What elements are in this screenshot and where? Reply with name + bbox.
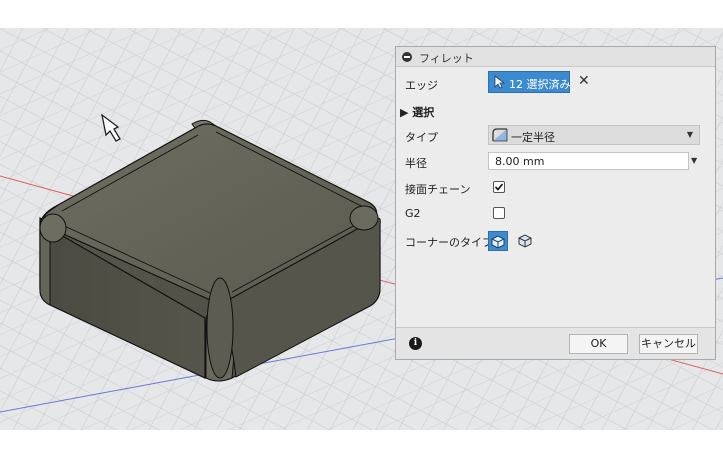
corner-setback-icon bbox=[491, 235, 505, 249]
collapse-icon[interactable] bbox=[402, 52, 412, 62]
radius-dropdown-arrow-icon[interactable]: ▼ bbox=[691, 156, 697, 165]
selection-section-label: 選択 bbox=[412, 106, 435, 119]
corner-setback-button[interactable] bbox=[488, 231, 508, 251]
tangent-chain-label: 接面チェーン bbox=[405, 183, 471, 196]
tangent-chain-checkbox[interactable] bbox=[493, 181, 505, 193]
checkmark-icon bbox=[494, 183, 504, 191]
dropdown-arrow-icon: ▼ bbox=[686, 130, 693, 139]
info-icon[interactable]: i bbox=[409, 337, 422, 350]
cancel-button[interactable]: キャンセル bbox=[639, 334, 698, 354]
radius-input[interactable]: 8.00 mm bbox=[488, 152, 689, 170]
radius-value: 8.00 mm bbox=[495, 155, 545, 168]
dialog-footer: i OK キャンセル bbox=[396, 327, 715, 359]
type-dropdown[interactable]: 一定半径 ▼ bbox=[488, 125, 700, 145]
type-value: 一定半径 bbox=[511, 131, 555, 144]
g2-label: G2 bbox=[405, 207, 421, 220]
radius-label: 半径 bbox=[405, 157, 427, 170]
ok-button[interactable]: OK bbox=[569, 334, 628, 354]
close-icon[interactable]: ✕ bbox=[578, 73, 590, 89]
dialog-header[interactable]: フィレット bbox=[396, 47, 715, 67]
fillet-dialog: フィレット エッジ 12 選択済み ✕ ▶ 選択 タイプ 一定半径 ▼ 半径 8… bbox=[395, 46, 716, 360]
edge-selection-count: 12 選択済み bbox=[509, 78, 571, 91]
edge-selection-button[interactable]: 12 選択済み bbox=[488, 71, 571, 93]
corner-rolling-ball-button[interactable] bbox=[516, 231, 536, 251]
dialog-title: フィレット bbox=[419, 52, 474, 65]
constant-radius-icon bbox=[492, 128, 508, 142]
g2-checkbox[interactable] bbox=[493, 207, 505, 219]
corner-type-label: コーナーのタイプ bbox=[405, 236, 493, 249]
expand-triangle-icon: ▶ bbox=[400, 106, 413, 119]
select-cursor-icon bbox=[494, 75, 506, 89]
type-label: タイプ bbox=[405, 131, 438, 144]
selection-section-header[interactable]: ▶ 選択 bbox=[400, 104, 434, 120]
edge-label: エッジ bbox=[405, 79, 438, 92]
corner-rolling-ball-icon bbox=[518, 234, 532, 248]
